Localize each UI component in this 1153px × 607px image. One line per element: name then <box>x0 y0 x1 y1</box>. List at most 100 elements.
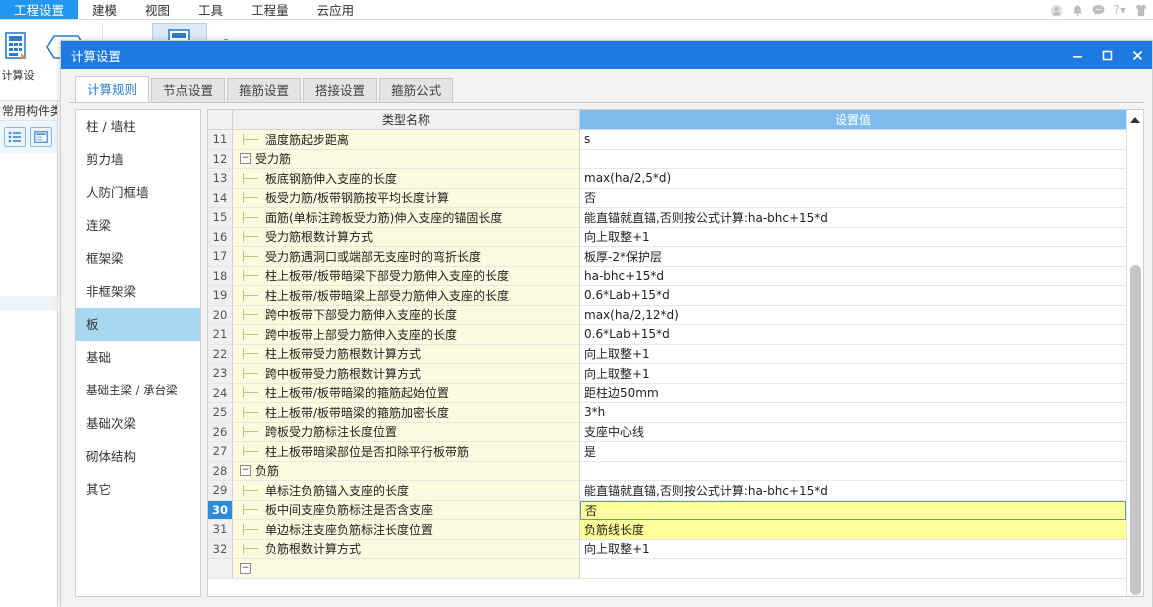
cell-setting-value[interactable] <box>580 461 1126 481</box>
help-icon[interactable]: ?▾ <box>1114 4 1126 16</box>
row-number[interactable]: 25 <box>208 403 233 423</box>
table-row[interactable]: 19 柱上板带/板带暗梁上部受力筋伸入支座的长度 0.6*Lab+15*d <box>208 286 1126 306</box>
table-row[interactable]: 23 跨中板带受力筋根数计算方式 向上取整+1 <box>208 364 1126 384</box>
table-row[interactable]: 28− 负筋 <box>208 461 1126 481</box>
table-row[interactable]: 24 柱上板带/板带暗梁的箍筋起始位置 距柱边50mm <box>208 383 1126 403</box>
scrollbar-thumb[interactable] <box>1130 265 1141 595</box>
table-row[interactable]: 27 柱上板带暗梁部位是否扣除平行板带筋 是 <box>208 442 1126 462</box>
cell-setting-value[interactable]: 0.6*Lab+15*d <box>580 325 1126 345</box>
table-row[interactable]: 29 单标注负筋锚入支座的长度 能直锚就直锚,否则按公式计算:ha-bhc+15*d <box>208 481 1126 501</box>
list-view-icon[interactable] <box>4 127 26 147</box>
row-number[interactable]: 12 <box>208 149 233 169</box>
table-row[interactable]: 22 柱上板带受力筋根数计算方式 向上取整+1 <box>208 344 1126 364</box>
cell-type-name[interactable]: 跨中板带下部受力筋伸入支座的长度 <box>233 305 580 325</box>
table-row[interactable]: 31 单边标注支座负筋标注长度位置 负筋线长度 <box>208 520 1126 540</box>
row-number[interactable] <box>208 559 233 579</box>
cell-type-name[interactable]: 柱上板带/板带暗梁的箍筋加密长度 <box>233 403 580 423</box>
row-number[interactable]: 15 <box>208 208 233 228</box>
card-view-icon[interactable] <box>30 127 52 147</box>
account-icon[interactable] <box>1050 4 1063 17</box>
table-row[interactable]: 30 板中间支座负筋标注是否含支座 否 <box>208 500 1126 520</box>
cell-type-name[interactable]: 柱上板带/板带暗梁上部受力筋伸入支座的长度 <box>233 286 580 306</box>
sidebar-item-other[interactable]: 其它 <box>76 473 200 506</box>
cell-setting-value[interactable]: 向上取整+1 <box>580 539 1126 559</box>
cell-setting-value[interactable]: 是 <box>580 442 1126 462</box>
maximize-button[interactable] <box>1092 41 1122 69</box>
sidebar-item-foundation-secondary-beam[interactable]: 基础次梁 <box>76 407 200 440</box>
menu-item-project-settings[interactable]: 工程设置 <box>0 0 79 19</box>
tab-stirrup-formula[interactable]: 箍筋公式 <box>379 78 454 102</box>
row-number[interactable]: 20 <box>208 305 233 325</box>
row-number[interactable]: 32 <box>208 539 233 559</box>
sidebar-item-foundation[interactable]: 基础 <box>76 341 200 374</box>
sidebar-item-non-frame-beam[interactable]: 非框架梁 <box>76 275 200 308</box>
sidebar-item-shear-wall[interactable]: 剪力墙 <box>76 143 200 176</box>
row-number[interactable]: 11 <box>208 130 233 150</box>
cell-type-name[interactable]: 受力筋根数计算方式 <box>233 227 580 247</box>
row-number[interactable]: 23 <box>208 364 233 384</box>
row-number[interactable]: 18 <box>208 266 233 286</box>
cell-type-name[interactable]: 跨板受力筋标注长度位置 <box>233 422 580 442</box>
cell-type-name[interactable]: 柱上板带受力筋根数计算方式 <box>233 344 580 364</box>
cell-setting-value[interactable]: max(ha/2,5*d) <box>580 169 1126 189</box>
shirt-icon[interactable] <box>1135 4 1147 17</box>
tree-collapse-toggle[interactable]: − <box>235 465 255 477</box>
table-row[interactable]: 25 柱上板带/板带暗梁的箍筋加密长度 3*h <box>208 403 1126 423</box>
row-number[interactable]: 14 <box>208 188 233 208</box>
row-number[interactable]: 26 <box>208 422 233 442</box>
tab-lap-settings[interactable]: 搭接设置 <box>303 78 378 102</box>
sidebar-item-masonry-structure[interactable]: 砌体结构 <box>76 440 200 473</box>
table-row[interactable]: 11 温度筋起步距离 s <box>208 130 1126 150</box>
cell-setting-value[interactable]: max(ha/2,12*d) <box>580 305 1126 325</box>
table-row[interactable]: 17 受力筋遇洞口或端部无支座时的弯折长度 板厚-2*保护层 <box>208 247 1126 267</box>
minus-icon[interactable]: − <box>240 562 251 574</box>
cell-setting-value[interactable]: 能直锚就直锚,否则按公式计算:ha-bhc+15*d <box>580 481 1126 501</box>
menu-item-view[interactable]: 视图 <box>131 0 184 19</box>
cell-type-name[interactable]: 温度筋起步距离 <box>233 130 580 150</box>
bell-icon[interactable] <box>1072 4 1083 17</box>
cell-type-name[interactable]: 面筋(单标注跨板受力筋)伸入支座的锚固长度 <box>233 208 580 228</box>
cell-type-name[interactable]: 单边标注支座负筋标注长度位置 <box>233 520 580 540</box>
cell-type-name[interactable]: 单标注负筋锚入支座的长度 <box>233 481 580 501</box>
cell-type-name[interactable]: 负筋根数计算方式 <box>233 539 580 559</box>
row-number[interactable]: 13 <box>208 169 233 189</box>
table-row[interactable]: 21 跨中板带上部受力筋伸入支座的长度 0.6*Lab+15*d <box>208 325 1126 345</box>
row-number[interactable]: 19 <box>208 286 233 306</box>
menu-item-tools[interactable]: 工具 <box>184 0 237 19</box>
sidebar-item-column-wall-column[interactable]: 柱 / 墙柱 <box>76 110 200 143</box>
cell-type-name[interactable]: 跨中板带受力筋根数计算方式 <box>233 364 580 384</box>
table-row[interactable]: 16 受力筋根数计算方式 向上取整+1 <box>208 227 1126 247</box>
row-number[interactable]: 29 <box>208 481 233 501</box>
row-number[interactable]: 30 <box>208 500 233 520</box>
chat-icon[interactable] <box>1092 4 1105 16</box>
cell-setting-value[interactable]: 3*h <box>580 403 1126 423</box>
cell-setting-value[interactable]: s <box>580 130 1126 150</box>
cell-type-name[interactable]: − <box>233 559 580 579</box>
table-row[interactable]: 20 跨中板带下部受力筋伸入支座的长度 max(ha/2,12*d) <box>208 305 1126 325</box>
ribbon-button-calc-settings[interactable]: 计算设 <box>0 23 36 83</box>
menu-item-modeling[interactable]: 建模 <box>78 0 131 19</box>
table-row[interactable]: 26 跨板受力筋标注长度位置 支座中心线 <box>208 422 1126 442</box>
cell-setting-value[interactable] <box>580 559 1126 579</box>
minimize-button[interactable] <box>1062 41 1092 69</box>
cell-type-name[interactable]: 板中间支座负筋标注是否含支座 <box>233 500 580 520</box>
tree-collapse-toggle[interactable]: − <box>235 153 255 165</box>
row-number[interactable]: 17 <box>208 247 233 267</box>
scroll-up-arrow[interactable] <box>1127 110 1143 130</box>
cell-type-name[interactable]: 板底钢筋伸入支座的长度 <box>233 169 580 189</box>
minus-icon[interactable]: − <box>240 153 251 165</box>
tab-calc-rules[interactable]: 计算规则 <box>75 76 150 102</box>
cell-type-name[interactable]: 跨中板带上部受力筋伸入支座的长度 <box>233 325 580 345</box>
sidebar-item-coupling-beam[interactable]: 连梁 <box>76 209 200 242</box>
cell-type-name[interactable]: 柱上板带/板带暗梁的箍筋起始位置 <box>233 383 580 403</box>
cell-setting-value[interactable]: ha-bhc+15*d <box>580 266 1126 286</box>
cell-type-name[interactable]: 柱上板带暗梁部位是否扣除平行板带筋 <box>233 442 580 462</box>
cell-setting-value[interactable]: 距柱边50mm <box>580 383 1126 403</box>
row-number[interactable]: 27 <box>208 442 233 462</box>
sidebar-item-civil-defense-door-frame-wall[interactable]: 人防门框墙 <box>76 176 200 209</box>
row-number[interactable]: 16 <box>208 227 233 247</box>
table-row[interactable]: 32 负筋根数计算方式 向上取整+1 <box>208 539 1126 559</box>
row-number[interactable]: 31 <box>208 520 233 540</box>
sidebar-item-frame-beam[interactable]: 框架梁 <box>76 242 200 275</box>
cell-setting-value-editing[interactable]: 否 <box>580 500 1126 520</box>
